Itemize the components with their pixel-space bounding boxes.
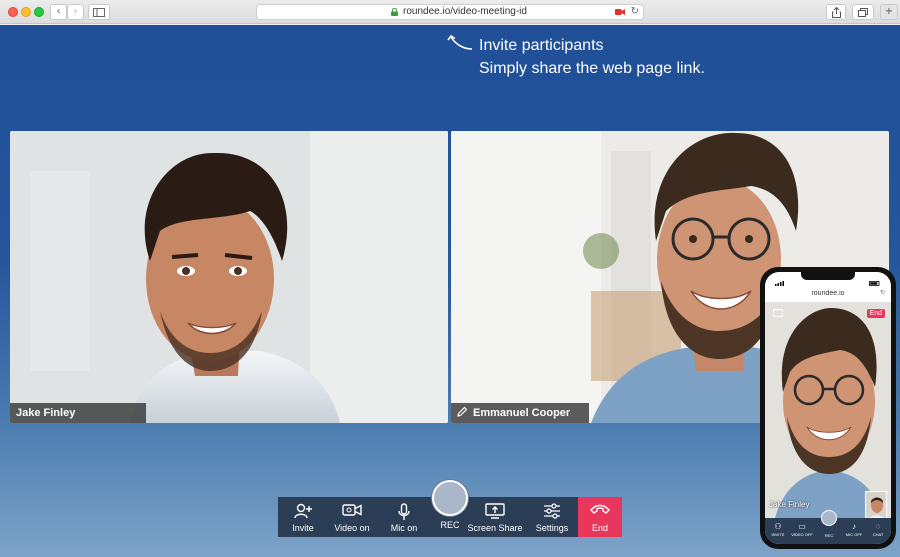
signal-icon [775, 281, 784, 286]
phone-camera-switch-icon[interactable] [773, 309, 783, 317]
phone-url[interactable]: roundee.io [765, 290, 891, 297]
url-text: roundee.io/video-meeting-id [403, 6, 527, 17]
new-tab-button[interactable]: + [880, 4, 898, 20]
video-tile-participant-1[interactable]: Jake Finley [10, 131, 448, 423]
settings-button[interactable]: Settings [530, 497, 574, 537]
phone-record-button[interactable] [821, 510, 837, 526]
phone-participant-name: Jake Finley [769, 500, 810, 509]
sidebar-toggle-button[interactable] [88, 4, 110, 20]
curved-arrow-icon [447, 34, 473, 50]
screen-share-button[interactable]: Screen Share [466, 497, 524, 537]
phone-video[interactable] [765, 302, 891, 518]
address-bar[interactable]: roundee.io/video-meeting-id ↻ [256, 4, 644, 20]
phone-mic-button[interactable]: ♪ MIC OFF [843, 522, 865, 537]
camera-recording-icon [615, 9, 625, 15]
tabs-icon [858, 8, 868, 17]
reload-icon[interactable]: ↻ [631, 5, 639, 19]
participant-name-tag: Emmanuel Cooper [451, 403, 589, 423]
phone-microphone-icon: ♪ [852, 522, 856, 531]
sliders-icon [544, 503, 560, 519]
invite-hint-title: Invite participants [479, 37, 604, 54]
mic-label: Mic on [390, 523, 418, 533]
participant-video-1 [10, 131, 448, 423]
phone-mic-label: MIC OFF [845, 532, 863, 537]
phone-end-button[interactable]: End [866, 309, 885, 318]
phone-video-button[interactable]: ▭ VIDEO OFF [791, 522, 813, 537]
meeting-controls: Invite Video on Mic on REC Screen Share … [278, 480, 622, 537]
screen-share-icon [485, 503, 505, 519]
phone-controls: ⚇ INVITE ▭ VIDEO OFF REC ♪ MIC OFF ◌ CHA… [765, 510, 891, 544]
phone-chat-icon: ◌ [875, 522, 881, 531]
phone-mockup: roundee.io ↻ End Jake Finley ⚇ INVITE ▭ … [760, 267, 896, 549]
share-button[interactable] [826, 4, 846, 20]
invite-button[interactable]: Invite [284, 497, 322, 537]
phone-reload-icon[interactable]: ↻ [880, 289, 885, 296]
microphone-icon [398, 503, 410, 520]
settings-label: Settings [535, 523, 569, 533]
end-call-button[interactable]: End [578, 497, 622, 537]
sidebar-icon [93, 8, 105, 17]
phone-invite-label: INVITE [771, 532, 785, 537]
phone-video-camera-icon: ▭ [798, 522, 806, 531]
maximize-window-button[interactable] [34, 7, 44, 17]
phone-add-user-icon: ⚇ [774, 522, 782, 531]
phone-notch [801, 272, 855, 280]
share-icon [831, 6, 841, 18]
video-camera-icon [342, 504, 362, 516]
phone-invite-button[interactable]: ⚇ INVITE [767, 522, 789, 537]
pencil-icon[interactable] [457, 406, 468, 417]
phone-rec-label-wrap: REC [818, 533, 840, 538]
phone-chat-label: CHAT [872, 532, 884, 537]
rec-label: REC [440, 520, 460, 530]
tabs-button[interactable] [852, 4, 874, 20]
screen-share-label: Screen Share [467, 523, 523, 533]
mic-toggle-button[interactable]: Mic on [382, 497, 426, 537]
invite-hint-subtitle: Simply share the web page link. [479, 60, 705, 77]
phone-rec-label: REC [824, 533, 834, 538]
end-label: End [591, 523, 608, 533]
lock-icon [391, 8, 398, 16]
back-button[interactable]: ‹ [50, 4, 67, 20]
phone-participant-video [765, 302, 891, 518]
forward-button[interactable]: › [67, 4, 84, 20]
phone-self-view[interactable] [865, 491, 887, 519]
phone-screen: roundee.io ↻ End Jake Finley ⚇ INVITE ▭ … [765, 272, 891, 544]
video-label: Video on [334, 523, 370, 533]
hang-up-icon [590, 504, 610, 514]
phone-chat-button[interactable]: ◌ CHAT [867, 522, 889, 537]
close-window-button[interactable] [8, 7, 18, 17]
record-label-wrap: REC [430, 497, 470, 537]
participant-name-tag: Jake Finley [10, 403, 146, 423]
phone-video-label: VIDEO OFF [791, 532, 813, 537]
add-user-icon [294, 503, 312, 519]
browser-toolbar: ‹ › roundee.io/video-meeting-id ↻ + [0, 0, 900, 24]
participant-name: Emmanuel Cooper [473, 407, 571, 419]
self-view-thumbnail [866, 492, 886, 518]
end-call-content: End [578, 497, 622, 537]
minimize-window-button[interactable] [21, 7, 31, 17]
invite-label: Invite [292, 523, 314, 533]
battery-icon [869, 281, 880, 286]
video-toggle-button[interactable]: Video on [328, 497, 376, 537]
